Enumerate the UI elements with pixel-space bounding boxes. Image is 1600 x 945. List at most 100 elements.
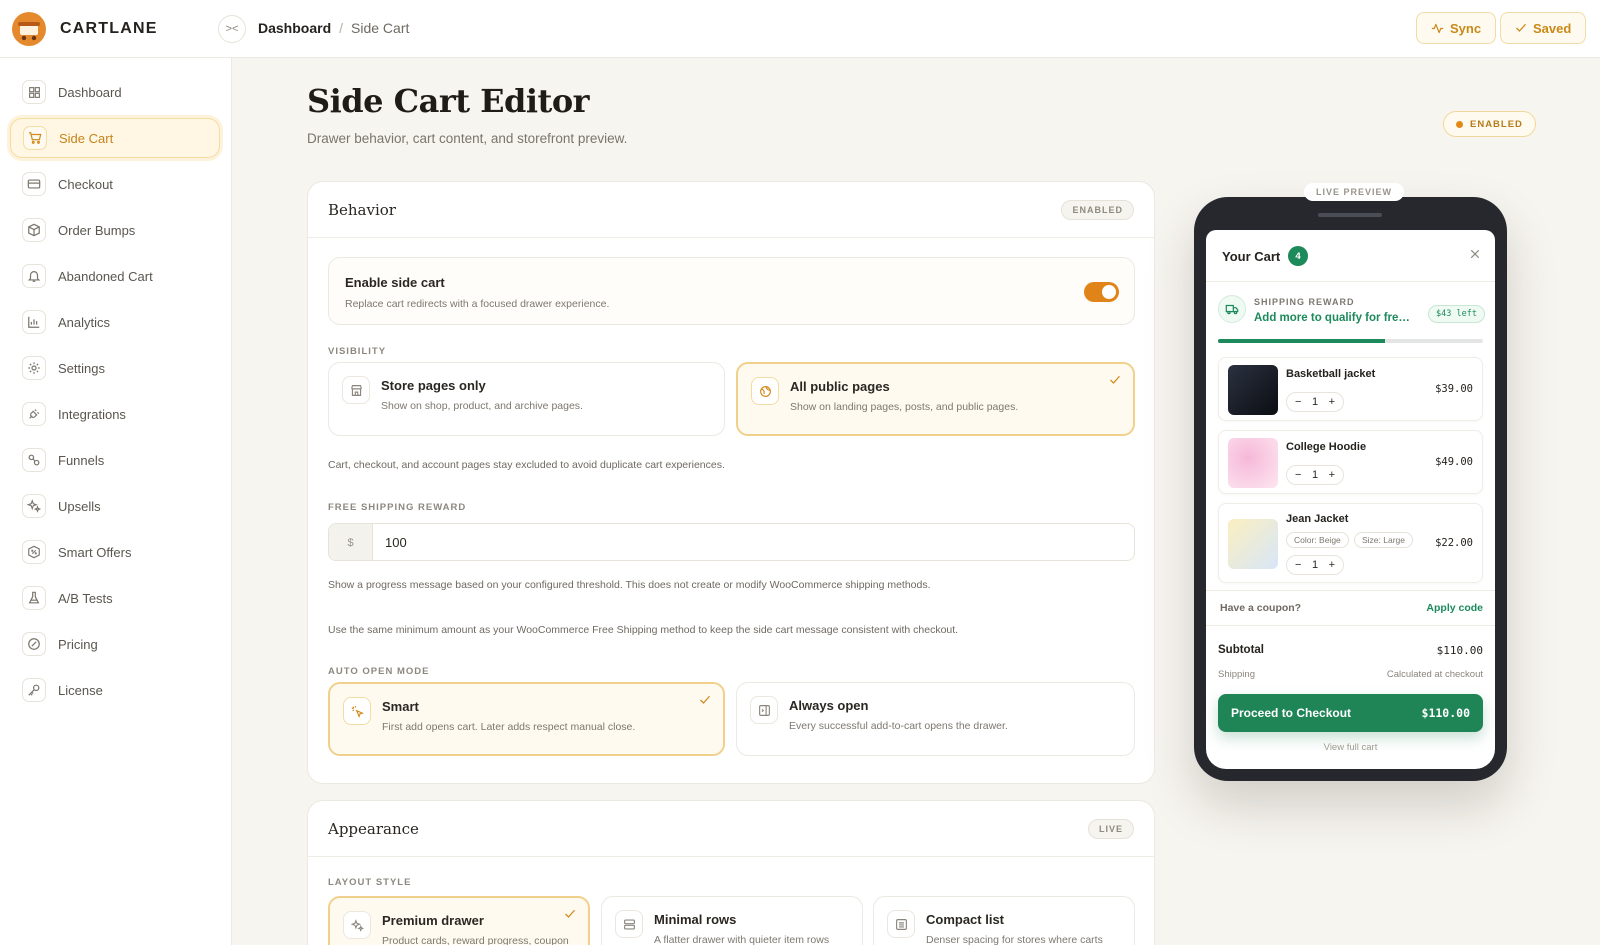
coupon-row: Have a coupon? Apply code	[1206, 590, 1495, 626]
qty-plus-button[interactable]: +	[1329, 396, 1335, 408]
enable-side-cart-toggle[interactable]	[1084, 282, 1119, 302]
sidebar-item-label: A/B Tests	[58, 590, 113, 606]
shipping-reward-progress	[1218, 339, 1483, 343]
sidebar-item-order-bumps[interactable]: Order Bumps	[10, 210, 220, 250]
enable-side-cart-row: Enable side cart Replace cart redirects …	[328, 257, 1135, 325]
saved-button[interactable]: Saved	[1500, 12, 1587, 44]
cart-count-badge: 4	[1288, 246, 1308, 266]
sidebar-item-analytics[interactable]: Analytics	[10, 302, 220, 342]
quantity-stepper: − 1 +	[1286, 392, 1344, 412]
credit-card-icon	[22, 172, 46, 196]
truck-icon	[1218, 295, 1246, 323]
sidebar-item-funnels[interactable]: Funnels	[10, 440, 220, 480]
sidebar-item-label: License	[58, 682, 103, 698]
layout-option-compact-list[interactable]: Compact list Denser spacing for stores w…	[873, 896, 1135, 945]
visibility-option-title: All public pages	[790, 379, 890, 394]
qty-value: 1	[1311, 396, 1319, 408]
checkout-label: Proceed to Checkout	[1231, 706, 1352, 720]
layout-option-title: Minimal rows	[654, 912, 737, 927]
qty-value: 1	[1311, 559, 1319, 571]
appearance-card: Appearance LIVE LAYOUT STYLE Premium dra…	[307, 800, 1155, 945]
layout-option-minimal-rows[interactable]: Minimal rows A flatter drawer with quiet…	[601, 896, 863, 945]
proceed-to-checkout-button[interactable]: Proceed to Checkout $110.00	[1218, 694, 1483, 732]
auto-open-option-always-open[interactable]: Always open Every successful add-to-cart…	[736, 682, 1135, 756]
variant-chip: Color: Beige	[1286, 532, 1349, 548]
auto-open-option-title: Smart	[382, 699, 419, 714]
coupon-question: Have a coupon?	[1220, 602, 1302, 614]
badge-percent-icon	[22, 540, 46, 564]
breadcrumb-separator: /	[339, 20, 344, 36]
status-badge: ENABLED	[1443, 111, 1536, 137]
magic-cursor-icon	[343, 697, 371, 725]
panel-icon	[750, 696, 778, 724]
sidebar-item-abandoned-cart[interactable]: Abandoned Cart	[10, 256, 220, 296]
visibility-note: Cart, checkout, and account pages stay e…	[328, 459, 725, 471]
item-price: $49.00	[1435, 456, 1473, 468]
visibility-option-all-public-pages[interactable]: All public pages Show on landing pages, …	[736, 362, 1135, 436]
sparkles-icon	[343, 911, 371, 939]
activity-icon	[1431, 23, 1444, 33]
appearance-badge: LIVE	[1087, 818, 1134, 839]
layout-style-label: LAYOUT STYLE	[328, 877, 412, 888]
sidebar-item-license[interactable]: License	[10, 670, 220, 710]
visibility-option-description: Show on landing pages, posts, and public…	[790, 401, 1019, 413]
phone-notch	[1318, 213, 1382, 217]
qty-minus-button[interactable]: −	[1295, 469, 1301, 481]
apply-code-link[interactable]: Apply code	[1426, 602, 1483, 614]
view-full-cart-link[interactable]: View full cart	[1206, 742, 1495, 753]
free-shipping-tip: Use the same minimum amount as your WooC…	[328, 624, 959, 636]
sidebar-item-ab-tests[interactable]: A/B Tests	[10, 578, 220, 618]
qty-minus-button[interactable]: −	[1295, 396, 1301, 408]
auto-open-option-description: Every successful add-to-cart opens the d…	[789, 720, 1008, 732]
sidebar-item-label: Order Bumps	[58, 222, 136, 238]
visibility-option-store-pages[interactable]: Store pages only Show on shop, product, …	[328, 362, 725, 436]
sync-button[interactable]: Sync	[1416, 12, 1497, 44]
sidebar-item-upsells[interactable]: Upsells	[10, 486, 220, 526]
enable-side-cart-description: Replace cart redirects with a focused dr…	[345, 298, 610, 310]
check-icon	[565, 909, 575, 918]
qty-minus-button[interactable]: −	[1295, 559, 1301, 571]
qty-plus-button[interactable]: +	[1329, 559, 1335, 571]
cart-item: Jean Jacket Color: Beige Size: Large $22…	[1218, 503, 1483, 583]
qty-plus-button[interactable]: +	[1329, 469, 1335, 481]
sidebar-item-pricing[interactable]: Pricing	[10, 624, 220, 664]
sidebar-item-label: Dashboard	[58, 84, 122, 100]
layout-option-premium-drawer[interactable]: Premium drawer Product cards, reward pro…	[328, 896, 590, 945]
free-shipping-label: FREE SHIPPING REWARD	[328, 502, 467, 513]
behavior-card: Behavior ENABLED Enable side cart Replac…	[307, 181, 1155, 784]
sidebar-item-integrations[interactable]: Integrations	[10, 394, 220, 434]
brand[interactable]: CARTLANE	[12, 12, 158, 46]
cart-title: Your Cart	[1222, 249, 1281, 264]
free-shipping-amount-input[interactable]	[385, 524, 1085, 560]
sidebar-item-side-cart[interactable]: Side Cart	[10, 118, 220, 158]
phone-preview: Your Cart 4 SHIPPING REWARD Add more to …	[1194, 197, 1507, 781]
shipping-label: Shipping	[1218, 669, 1255, 680]
breadcrumb-current: Side Cart	[351, 20, 410, 36]
item-name: College Hoodie	[1286, 441, 1367, 453]
auto-open-option-smart[interactable]: Smart First add opens cart. Later adds r…	[328, 682, 725, 756]
cart-icon	[23, 126, 47, 150]
quantity-stepper: − 1 +	[1286, 555, 1344, 575]
subtotal-value: $110.00	[1436, 644, 1483, 657]
sidebar-item-label: Side Cart	[59, 130, 114, 146]
item-price: $22.00	[1435, 537, 1473, 549]
close-icon[interactable]	[1469, 248, 1481, 260]
funnel-icon	[22, 448, 46, 472]
sidebar-item-checkout[interactable]: Checkout	[10, 164, 220, 204]
layout-option-description: Denser spacing for stores where carts	[926, 934, 1103, 945]
appearance-card-header: Appearance LIVE	[308, 801, 1154, 857]
quantity-stepper: − 1 +	[1286, 465, 1344, 485]
brand-name: CARTLANE	[60, 20, 158, 37]
check-icon	[1516, 23, 1526, 32]
page-title: Side Cart Editor	[307, 82, 590, 120]
breadcrumb-dashboard[interactable]: Dashboard	[258, 20, 331, 36]
sparkles-icon	[22, 494, 46, 518]
behavior-badge: ENABLED	[1061, 199, 1134, 220]
sidebar-item-settings[interactable]: Settings	[10, 348, 220, 388]
collapse-sidebar-button[interactable]: ><	[218, 15, 246, 43]
enable-side-cart-title: Enable side cart	[345, 275, 445, 290]
progress-fill	[1218, 339, 1385, 343]
sidebar-item-dashboard[interactable]: Dashboard	[10, 72, 220, 112]
gear-icon	[22, 356, 46, 380]
sidebar-item-smart-offers[interactable]: Smart Offers	[10, 532, 220, 572]
